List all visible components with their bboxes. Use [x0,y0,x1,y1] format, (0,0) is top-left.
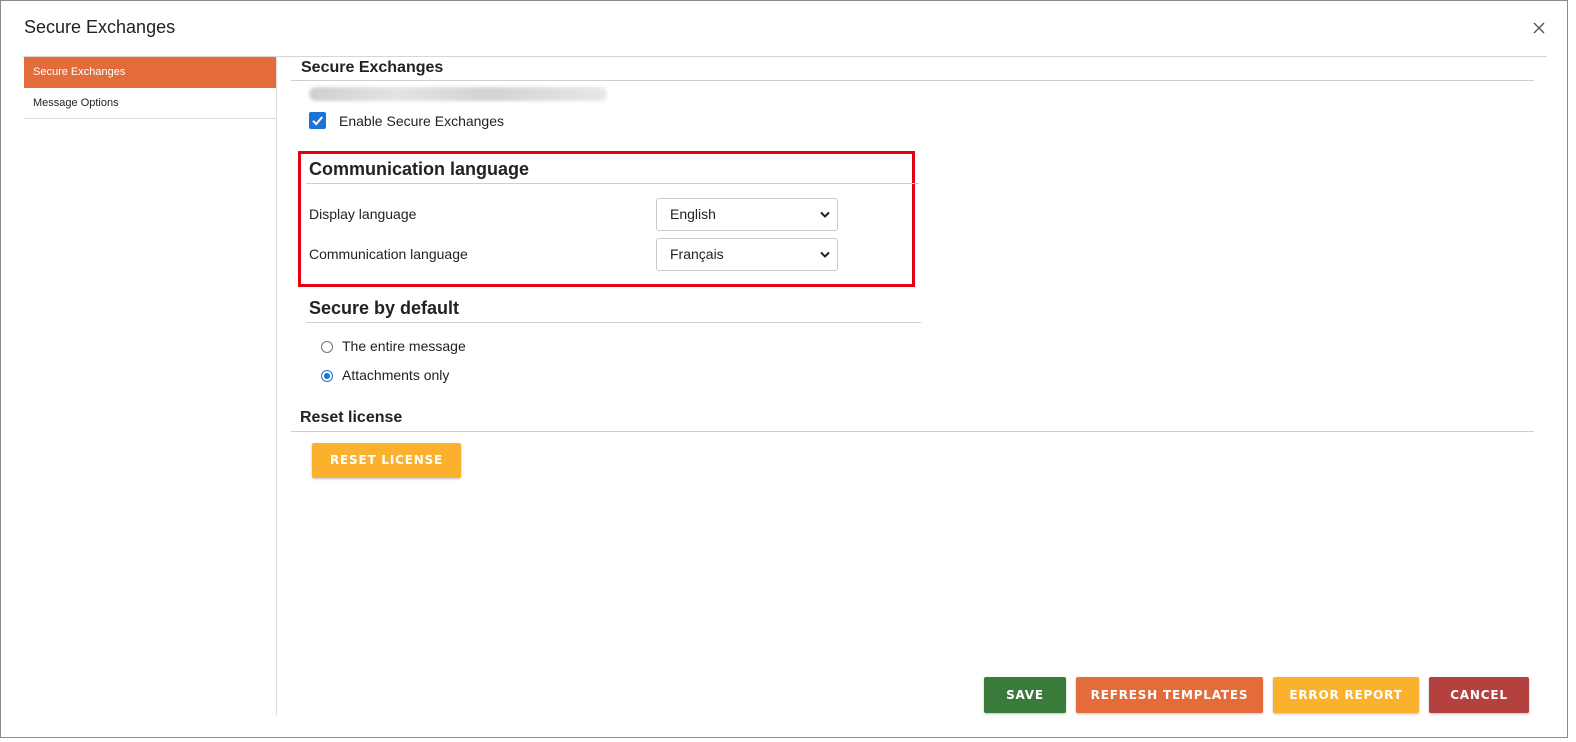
display-language-value: English [670,206,716,222]
cancel-button[interactable]: CANCEL [1429,677,1529,713]
enable-secure-exchanges-label: Enable Secure Exchanges [339,113,504,129]
reset-license-heading: Reset license [300,409,403,426]
communication-divider [306,183,919,184]
dialog-title: Secure Exchanges [24,17,176,37]
redacted-account-info [309,87,607,101]
refresh-templates-button[interactable]: REFRESH TEMPLATES [1076,677,1263,713]
save-button[interactable]: SAVE [984,677,1066,713]
communication-language-value: Français [670,246,724,262]
chevron-down-icon [820,251,830,258]
sidebar-item-secure-exchanges[interactable]: Secure Exchanges [24,57,276,88]
display-language-select[interactable]: English [656,198,838,231]
close-icon[interactable] [1529,18,1549,38]
secure-by-default-heading: Secure by default [309,298,460,318]
communication-language-select[interactable]: Français [656,238,838,271]
sidebar-item-message-options[interactable]: Message Options [24,88,276,119]
attachments-only-label: Attachments only [342,367,450,383]
communication-language-label: Communication language [309,246,468,262]
secure-by-default-divider [306,322,921,323]
reset-divider [291,431,1534,432]
entire-message-label: The entire message [342,338,466,354]
section-divider [291,80,1534,81]
error-report-button[interactable]: ERROR REPORT [1273,677,1419,713]
communication-language-heading: Communication language [309,159,530,179]
enable-secure-exchanges-checkbox[interactable] [309,112,326,129]
section-title-secure-exchanges: Secure Exchanges [301,59,444,76]
entire-message-radio[interactable] [321,341,333,353]
reset-license-button[interactable]: RESET LICENSE [312,443,461,478]
attachments-only-radio[interactable] [321,370,333,382]
secure-exchanges-dialog: Secure Exchanges Secure Exchanges Messag… [0,0,1568,738]
display-language-label: Display language [309,206,417,222]
chevron-down-icon [820,211,830,218]
sidebar-divider [276,56,277,716]
